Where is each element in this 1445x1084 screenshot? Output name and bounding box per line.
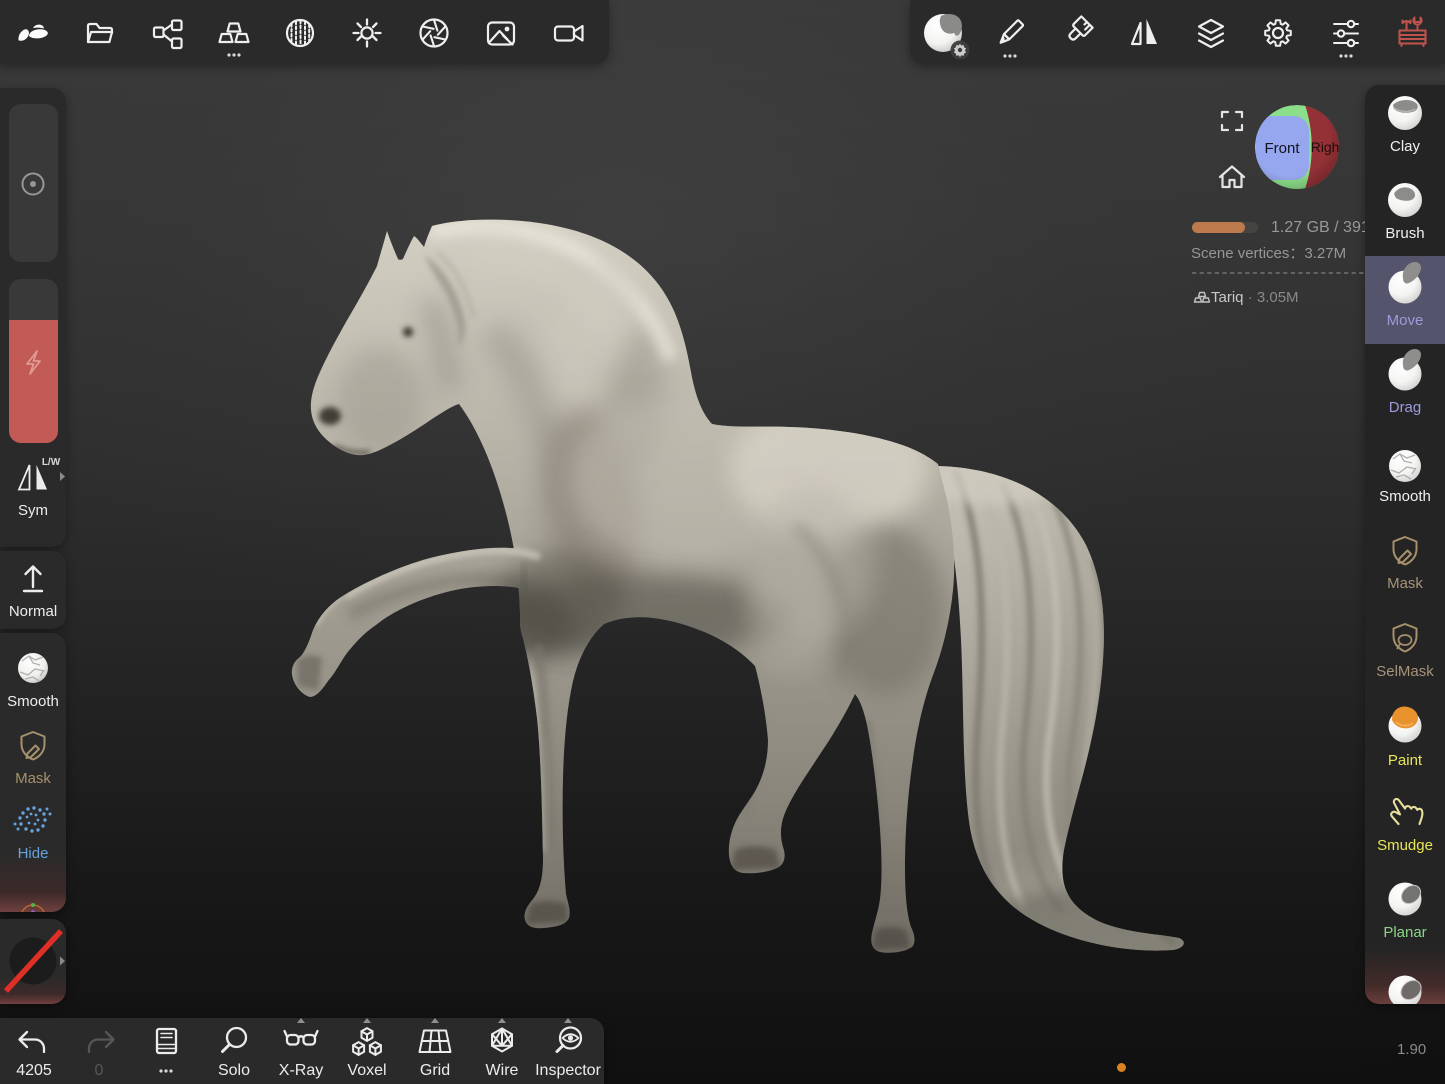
svg-text:SelMask: SelMask (1376, 663, 1434, 680)
svg-text:L/W: L/W (42, 457, 61, 468)
svg-text:Wire: Wire (486, 1062, 519, 1079)
svg-text:Drag: Drag (1389, 399, 1422, 416)
svg-text:Clay: Clay (1390, 138, 1421, 155)
svg-text:0: 0 (95, 1062, 104, 1079)
svg-text:Smooth: Smooth (1379, 488, 1431, 505)
svg-text:4205: 4205 (16, 1062, 52, 1079)
svg-text:Solo: Solo (218, 1062, 250, 1079)
svg-text:Normal: Normal (9, 603, 57, 620)
svg-text:Sym: Sym (18, 502, 48, 519)
svg-text:Mask: Mask (15, 770, 51, 787)
svg-text:Move: Move (1387, 312, 1424, 329)
svg-text:Planar: Planar (1383, 924, 1426, 941)
svg-text:Smudge: Smudge (1377, 837, 1433, 854)
svg-text:Hide: Hide (18, 845, 49, 862)
svg-text:Smooth: Smooth (7, 693, 59, 710)
svg-text:Brush: Brush (1385, 225, 1424, 242)
svg-text:Inspector: Inspector (535, 1062, 601, 1079)
svg-text:Paint: Paint (1388, 752, 1423, 769)
svg-text:Mask: Mask (1387, 575, 1423, 592)
svg-text:Grid: Grid (420, 1062, 450, 1079)
svg-text:Voxel: Voxel (347, 1062, 386, 1079)
svg-text:X-Ray: X-Ray (279, 1062, 323, 1079)
